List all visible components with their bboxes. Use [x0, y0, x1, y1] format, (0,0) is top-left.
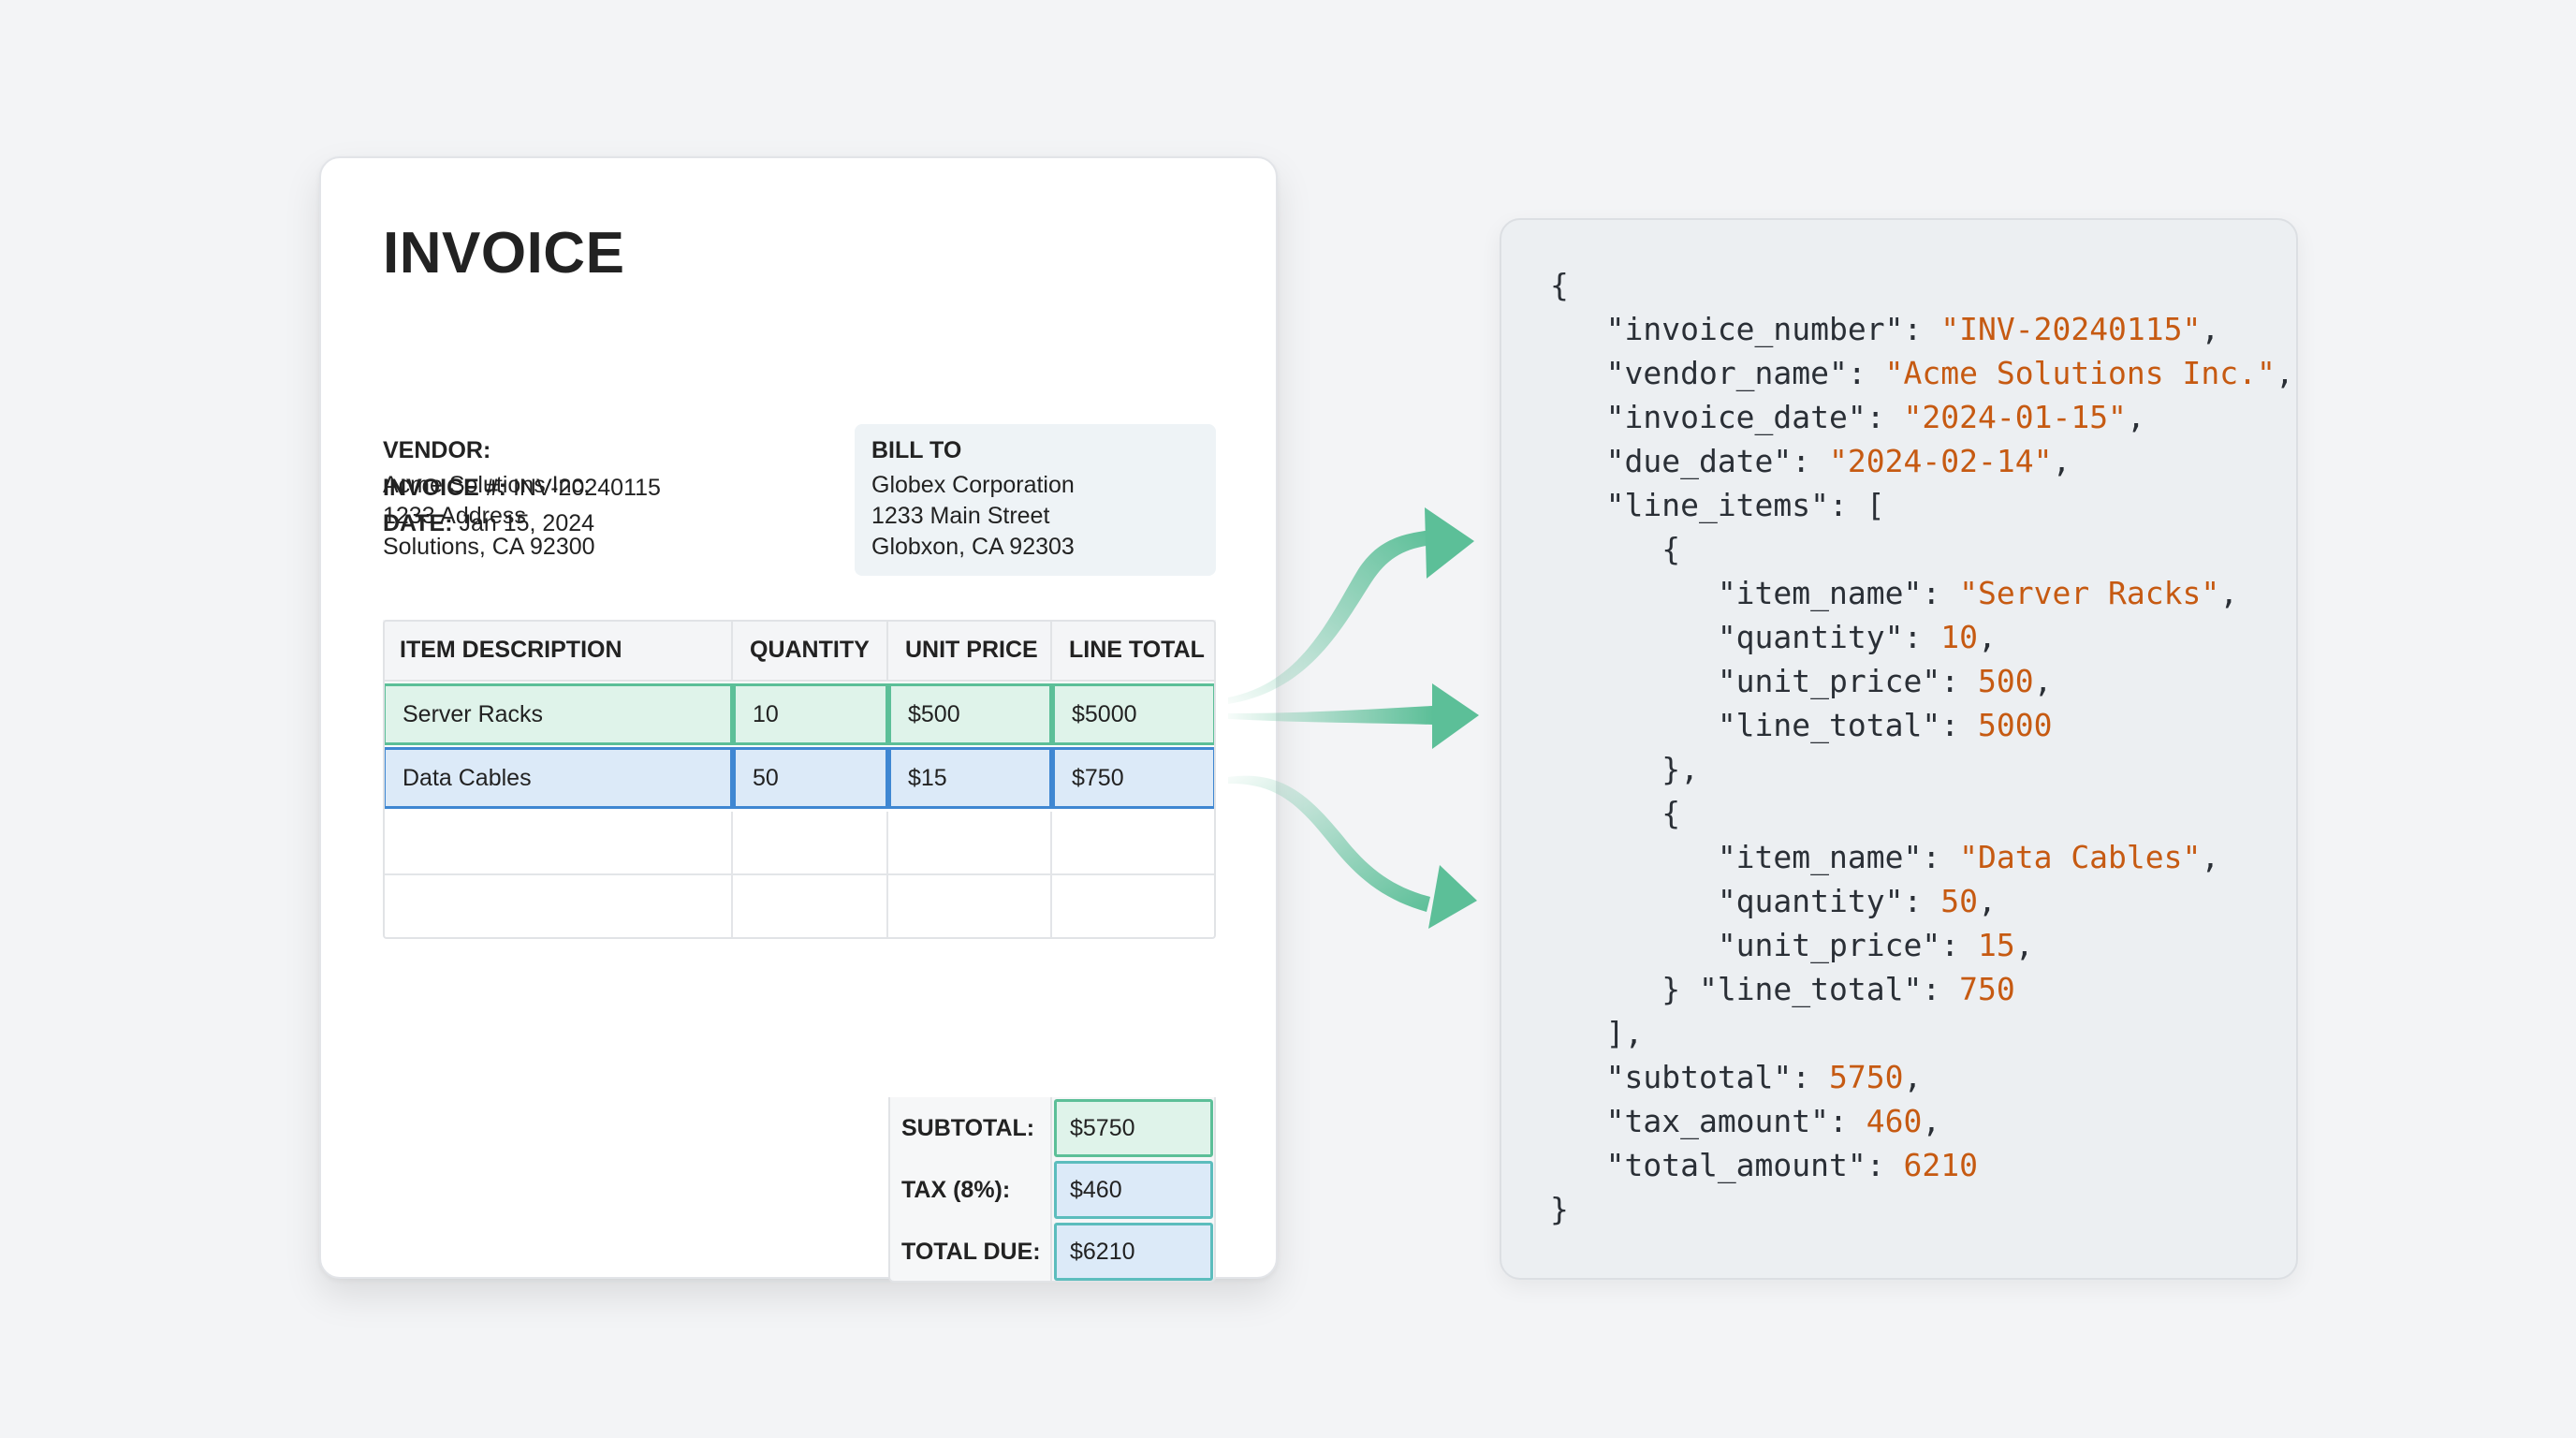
table-cell: Server Racks: [383, 683, 733, 745]
empty-table-row: [383, 812, 1216, 875]
json-value: "Acme Solutions Inc.": [1884, 355, 2276, 391]
json-value: 15: [1977, 927, 2015, 963]
arrow-up-icon: [1228, 507, 1474, 704]
total-due-value: $6210: [1054, 1223, 1213, 1281]
table-cell: 50: [733, 747, 888, 809]
json-value: "INV-20240115": [1940, 311, 2202, 347]
json-punct: }: [1550, 1191, 1569, 1227]
bill-to-line: 1233 Main Street: [871, 503, 1050, 529]
empty-cell: [733, 875, 888, 939]
table-header-cell: LINE TOTAL: [1052, 620, 1216, 682]
subtotal-label: SUBTOTAL:: [888, 1097, 1052, 1159]
bill-to-block: BILL TO Globex Corporation 1233 Main Str…: [855, 424, 1216, 576]
json-value: 750: [1959, 971, 2015, 1007]
vendor-line: 1233 Address: [383, 503, 526, 529]
json-value: "Data Cables": [1959, 839, 2202, 875]
json-key: "item_name": [1717, 575, 1923, 611]
json-key: "unit_price": [1717, 927, 1941, 963]
json-key: "subtotal": [1605, 1059, 1793, 1095]
table-cell: $500: [888, 683, 1052, 745]
json-output-panel: { "invoice_number": "INV-20240115", "ven…: [1500, 218, 2298, 1280]
arrow-down-icon: [1228, 775, 1477, 929]
empty-cell: [1052, 875, 1216, 939]
empty-cell: [1052, 812, 1216, 875]
table-cell: $750: [1052, 747, 1216, 809]
json-value: "Server Racks": [1959, 575, 2220, 611]
json-key: "vendor_name": [1605, 355, 1848, 391]
json-punct: {: [1550, 267, 1569, 303]
vendor-block: VENDOR: Acme Solutions Inc. 1233 Address…: [383, 435, 595, 563]
table-row: Server Racks 10 $500 $5000: [383, 683, 1216, 745]
tax-label: TAX (8%):: [888, 1159, 1052, 1221]
invoice-document: INVOICE INVOICE #: INV-20240115 DATE: Ja…: [319, 156, 1278, 1283]
json-value: 460: [1866, 1103, 1923, 1139]
table-header-cell: QUANTITY: [733, 620, 888, 682]
json-key: "tax_amount": [1605, 1103, 1830, 1139]
tax-value: $460: [1054, 1161, 1213, 1219]
json-key: "quantity": [1717, 619, 1904, 655]
json-key: "line_items": [1605, 487, 1830, 523]
json-value: "2024-01-15": [1903, 399, 2127, 435]
vendor-line: Acme Solutions Inc.: [383, 472, 590, 498]
json-key: "line_total": [1698, 971, 1923, 1007]
json-value: 5750: [1829, 1059, 1904, 1095]
empty-table-row: [383, 875, 1216, 939]
table-cell: 10: [733, 683, 888, 745]
vendor-line: Solutions, CA 92300: [383, 534, 595, 560]
empty-cell: [383, 812, 733, 875]
invoice-title: INVOICE: [383, 221, 625, 286]
bill-to-heading: BILL TO: [871, 437, 962, 463]
json-value: 10: [1940, 619, 1978, 655]
empty-cell: [888, 812, 1052, 875]
total-due-label: TOTAL DUE:: [888, 1221, 1052, 1283]
table-header-row: ITEM DESCRIPTION QUANTITY UNIT PRICE LIN…: [383, 620, 1216, 682]
json-value: 50: [1940, 883, 1978, 919]
bill-to-line: Globxon, CA 92303: [871, 534, 1075, 560]
json-key: "invoice_date": [1605, 399, 1866, 435]
table-cell: $5000: [1052, 683, 1216, 745]
json-value: 500: [1977, 663, 2034, 699]
json-value: 5000: [1977, 707, 2053, 743]
json-key: "item_name": [1717, 839, 1923, 875]
json-code: { "invoice_number": "INV-20240115", "ven…: [1550, 267, 2294, 1227]
json-value: "2024-02-14": [1829, 443, 2053, 479]
json-value: 6210: [1903, 1147, 1978, 1183]
empty-cell: [888, 875, 1052, 939]
subtotal-value: $5750: [1054, 1099, 1213, 1157]
extraction-arrows: [1228, 507, 1479, 929]
totals-block: SUBTOTAL: $5750 TAX (8%): $460 TOTAL DUE…: [888, 1097, 1216, 1283]
json-key: "total_amount": [1605, 1147, 1866, 1183]
vendor-heading: VENDOR:: [383, 437, 491, 463]
table-header-cell: ITEM DESCRIPTION: [383, 620, 733, 682]
table-row: Data Cables 50 $15 $750: [383, 747, 1216, 809]
empty-cell: [733, 812, 888, 875]
table-header-cell: UNIT PRICE: [888, 620, 1052, 682]
json-key: "quantity": [1717, 883, 1904, 919]
json-key: "due_date": [1605, 443, 1793, 479]
table-cell: $15: [888, 747, 1052, 809]
bill-to-line: Globex Corporation: [871, 472, 1075, 498]
json-key: "line_total": [1717, 707, 1941, 743]
empty-cell: [383, 875, 733, 939]
json-key: "unit_price": [1717, 663, 1941, 699]
table-cell: Data Cables: [383, 747, 733, 809]
json-key: "invoice_number": [1605, 311, 1904, 347]
